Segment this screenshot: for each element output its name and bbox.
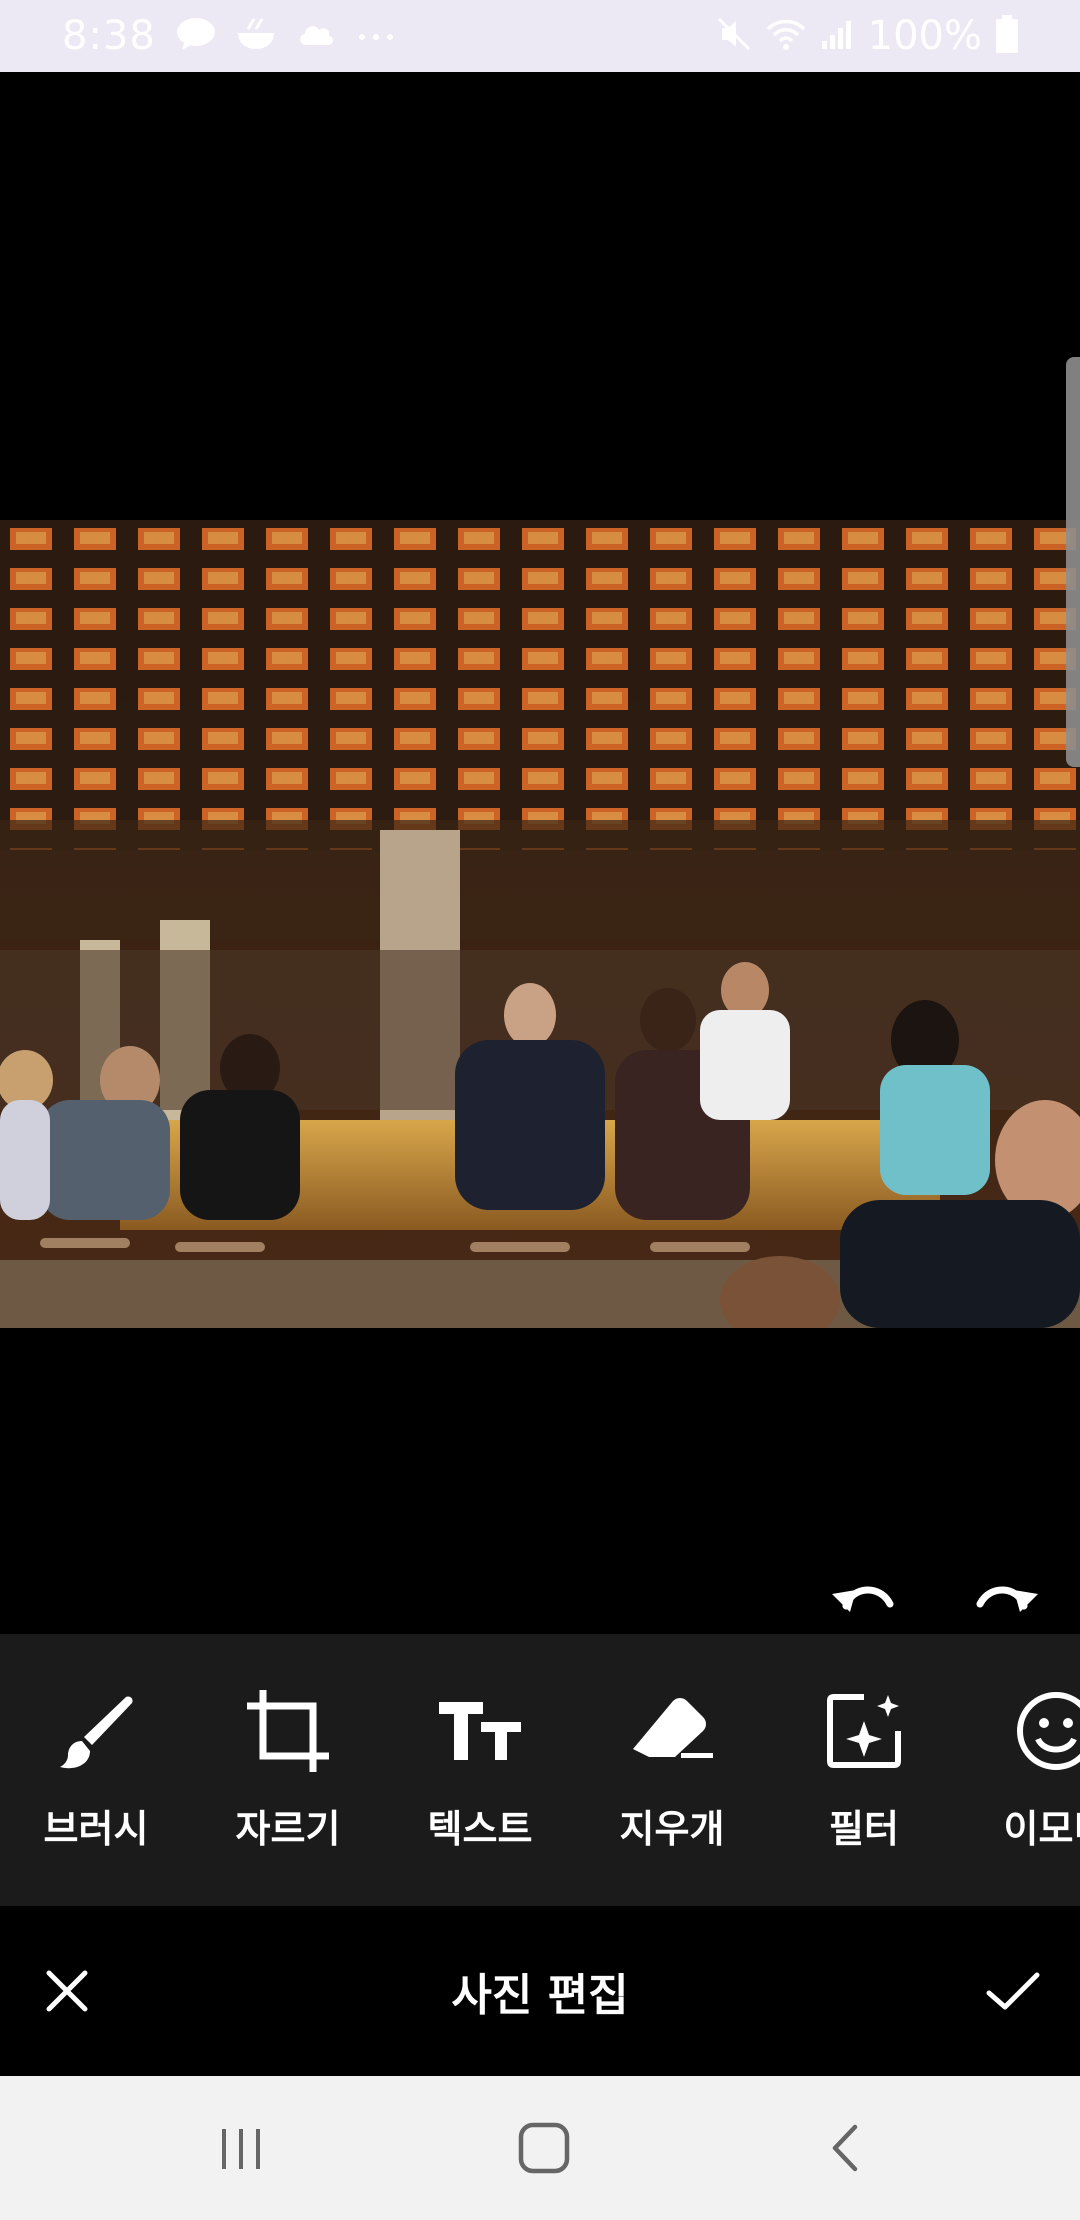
tool-brush[interactable]: 브러시 bbox=[0, 1634, 192, 1906]
tool-label: 이모티 bbox=[1003, 1807, 1080, 1851]
wifi-icon bbox=[766, 17, 806, 55]
status-bar: 8:38 100% bbox=[0, 0, 1080, 72]
crop-icon bbox=[243, 1686, 333, 1776]
undo-button[interactable] bbox=[818, 1552, 908, 1642]
signal-icon bbox=[820, 17, 854, 55]
photo-image bbox=[0, 520, 1080, 1328]
undo-icon bbox=[832, 1586, 894, 1612]
status-time: 8:38 bbox=[62, 13, 156, 59]
mute-icon bbox=[716, 16, 752, 56]
tool-label: 필터 bbox=[829, 1807, 899, 1851]
tool-label: 브러시 bbox=[43, 1807, 149, 1851]
home-button[interactable] bbox=[499, 2103, 589, 2193]
filter-icon bbox=[819, 1686, 909, 1776]
tool-crop[interactable]: 자르기 bbox=[192, 1634, 384, 1906]
status-right: 100% bbox=[716, 0, 1018, 72]
done-button[interactable] bbox=[968, 1946, 1058, 2036]
more-dots-icon bbox=[356, 27, 396, 46]
emoji-icon bbox=[1011, 1686, 1080, 1776]
page-title: 사진 편집 bbox=[451, 1970, 629, 2021]
editor-title-bar: 사진 편집 bbox=[0, 1906, 1080, 2076]
back-button[interactable] bbox=[800, 2103, 890, 2193]
edge-panel-handle[interactable] bbox=[1066, 357, 1080, 767]
cancel-button[interactable] bbox=[22, 1946, 112, 2036]
text-icon bbox=[435, 1686, 525, 1776]
tool-text[interactable]: 텍스트 bbox=[384, 1634, 576, 1906]
tool-emoji[interactable]: 이모티 bbox=[960, 1634, 1080, 1906]
cloud-icon bbox=[296, 19, 336, 53]
edit-tools-bar: 브러시 자르기 텍스트 지우개 필터 이모 bbox=[0, 1634, 1080, 1906]
tool-eraser[interactable]: 지우개 bbox=[576, 1634, 768, 1906]
check-icon bbox=[986, 1972, 1040, 2010]
home-icon bbox=[518, 2122, 570, 2174]
photo-editor-screen: 8:38 100% 브러시 자르기 텍스트 지우개 필터 이모 사진 편집 bbox=[0, 0, 1080, 2220]
tool-label: 자르기 bbox=[235, 1807, 341, 1851]
talk-icon bbox=[176, 17, 216, 55]
edited-photo[interactable] bbox=[0, 520, 1080, 1328]
brush-icon bbox=[51, 1686, 141, 1776]
status-left: 8:38 bbox=[62, 0, 396, 72]
back-icon bbox=[832, 2124, 858, 2172]
tool-filter[interactable]: 필터 bbox=[768, 1634, 960, 1906]
eraser-icon bbox=[627, 1686, 717, 1776]
recents-icon bbox=[222, 2129, 260, 2169]
battery-percent: 100% bbox=[867, 13, 982, 59]
recents-button[interactable] bbox=[196, 2103, 286, 2193]
battery-icon bbox=[996, 15, 1018, 57]
redo-button[interactable] bbox=[962, 1552, 1052, 1642]
bowl-icon bbox=[236, 17, 276, 55]
photo-canvas[interactable] bbox=[0, 72, 1080, 1634]
redo-icon bbox=[976, 1586, 1038, 1612]
close-icon bbox=[46, 1970, 88, 2012]
tool-label: 텍스트 bbox=[427, 1807, 533, 1851]
system-nav-bar bbox=[0, 2076, 1080, 2220]
tool-label: 지우개 bbox=[619, 1807, 725, 1851]
